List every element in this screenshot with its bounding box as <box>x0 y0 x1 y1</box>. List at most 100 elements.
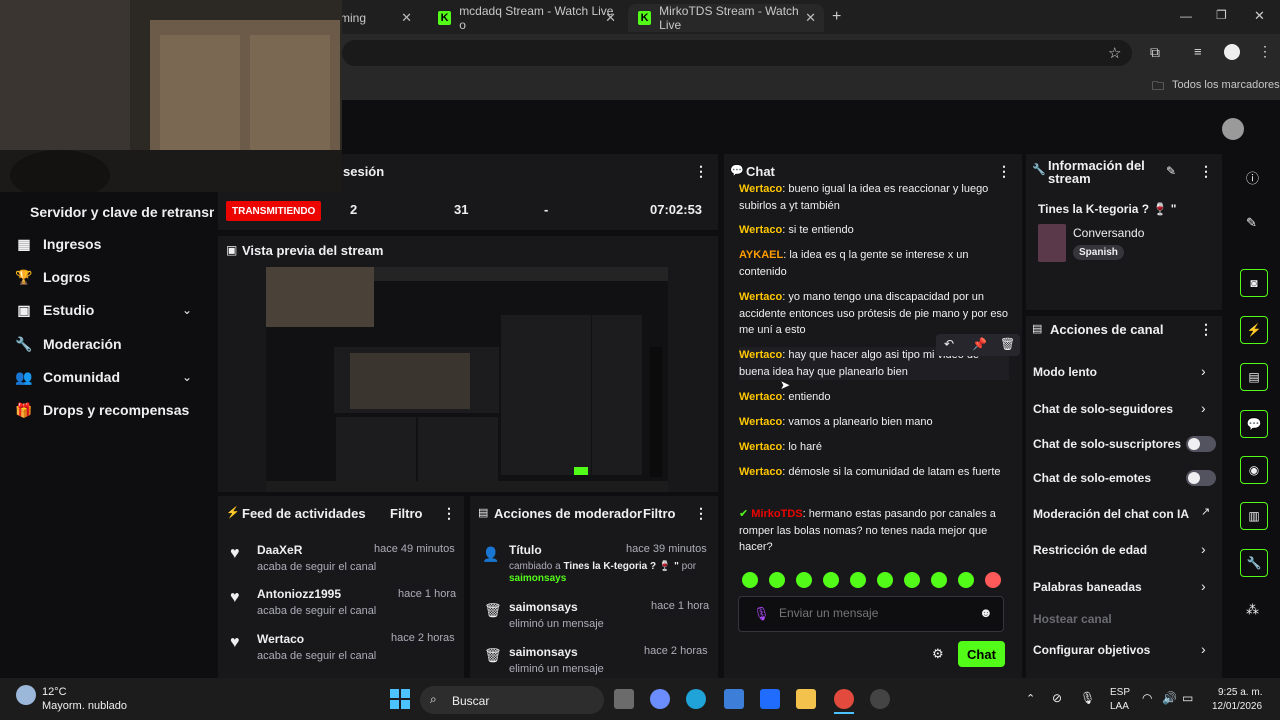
pencil-icon[interactable]: ✎ <box>1246 215 1257 231</box>
emote-icon[interactable] <box>877 572 893 588</box>
star-icon[interactable]: ☆ <box>1108 44 1121 62</box>
emoji-icon[interactable]: ☻ <box>979 605 993 620</box>
chevron-right-icon[interactable]: › <box>1201 363 1206 379</box>
omnibox[interactable] <box>342 40 1132 66</box>
bolt-icon[interactable]: ⚡ <box>1240 316 1268 344</box>
channel-action-followers-only[interactable]: Chat de solo-seguidores <box>1033 402 1173 416</box>
pencil-icon[interactable]: ✎ <box>1166 164 1176 178</box>
new-tab-button[interactable]: + <box>832 8 841 26</box>
sidebar-item-logros[interactable]: 🏆 Logros <box>15 269 90 286</box>
layout-icon[interactable]: ▥ <box>1240 502 1268 530</box>
edge-icon[interactable] <box>686 689 706 709</box>
mod-filter-button[interactable]: Filtro <box>643 506 676 521</box>
chevron-right-icon[interactable]: › <box>1201 541 1206 557</box>
windows-start-icon[interactable] <box>390 689 410 709</box>
browser-tab[interactable]: ming ✕ <box>330 4 420 32</box>
extensions-icon[interactable]: ⧉ <box>1150 44 1160 61</box>
activity-user[interactable]: DaaXeR <box>257 543 376 557</box>
close-window-icon[interactable]: ✕ <box>1254 8 1265 24</box>
language-indicator-bottom[interactable]: LAA <box>1110 701 1129 712</box>
info-icon[interactable]: ⓘ <box>1246 168 1259 187</box>
emote-icon[interactable] <box>742 572 758 588</box>
clock-date[interactable]: 12/01/2026 <box>1212 701 1262 712</box>
obs-icon[interactable] <box>870 689 890 709</box>
chat-message[interactable]: Wertaco: lo haré <box>739 439 1009 456</box>
task-view-icon[interactable] <box>614 689 634 709</box>
send-chat-button[interactable]: Chat <box>958 641 1005 667</box>
chat-username[interactable]: MirkoTDS <box>751 508 802 520</box>
broadcast-icon[interactable]: ◉ <box>1240 456 1268 484</box>
chat-username[interactable]: Wertaco <box>739 349 782 361</box>
maximize-icon[interactable]: ❐ <box>1216 8 1227 22</box>
emote-icon[interactable] <box>985 572 1001 588</box>
chat-username[interactable]: Wertaco <box>739 466 782 478</box>
microphone-icon[interactable]: 🎙 <box>1080 691 1095 705</box>
sidebar-title[interactable]: Servidor y clave de retransm <box>30 204 214 220</box>
mod-action-name[interactable]: saimonsays <box>509 645 604 659</box>
network-off-icon[interactable]: ⊘ <box>1052 691 1062 705</box>
all-bookmarks[interactable]: Todos los marcadores <box>1172 79 1280 91</box>
chevron-right-icon[interactable]: › <box>1201 400 1206 416</box>
chat-input-box[interactable]: 🎙 ☻ <box>738 596 1004 632</box>
clock-time[interactable]: 9:25 a. m. <box>1218 687 1262 698</box>
weather-icon[interactable] <box>16 685 36 705</box>
kebab-menu-icon[interactable]: ⋮ <box>694 163 708 180</box>
kebab-menu-icon[interactable]: ⋮ <box>694 505 708 522</box>
kebab-menu-icon[interactable]: ⋮ <box>1199 321 1213 338</box>
delete-icon[interactable]: 🗑 <box>1000 337 1015 351</box>
emote-icon[interactable] <box>769 572 785 588</box>
user-avatar[interactable] <box>1222 118 1244 140</box>
sidebar-item-comunidad[interactable]: 👥 Comunidad <box>15 369 120 386</box>
sidebar-item-ingresos[interactable]: ▦ Ingresos <box>16 236 101 253</box>
gear-icon[interactable]: ⚙ <box>932 646 944 662</box>
chat-username[interactable]: Wertaco <box>739 416 782 428</box>
channel-action-banned-words[interactable]: Palabras baneadas <box>1033 580 1142 594</box>
chat-username[interactable]: Wertaco <box>739 391 782 403</box>
taskbar-search[interactable]: ⌕ Buscar <box>420 686 604 714</box>
sidebar-item-moderacion[interactable]: 🔧 Moderación <box>15 336 121 353</box>
chat-message-list[interactable]: Wertaco: bueno igual la idea es reaccion… <box>730 180 1020 558</box>
emote-icon[interactable] <box>904 572 920 588</box>
chevron-down-icon[interactable]: ⌄ <box>182 370 192 384</box>
chat-username[interactable]: Wertaco <box>739 441 782 453</box>
chat-message[interactable]: Wertaco: yo mano tengo una discapacidad … <box>739 289 1009 339</box>
chat-message[interactable]: Wertaco: vamos a planearlo bien mano <box>739 414 1009 431</box>
file-explorer-icon[interactable] <box>796 689 816 709</box>
emote-icon[interactable] <box>850 572 866 588</box>
browser-tab-active[interactable]: K MirkoTDS Stream - Watch Live ✕ <box>628 4 824 32</box>
store-icon[interactable] <box>724 689 744 709</box>
chevron-right-icon[interactable]: › <box>1201 641 1206 657</box>
mod-action-name[interactable]: saimonsays <box>509 600 604 614</box>
activity-user[interactable]: Wertaco <box>257 632 376 646</box>
chat-input[interactable] <box>779 606 959 620</box>
close-icon[interactable]: ✕ <box>605 10 616 26</box>
chrome-icon[interactable] <box>834 689 854 709</box>
kebab-menu-icon[interactable]: ⋮ <box>442 505 456 522</box>
chat-message[interactable]: AYKAEL: la idea es q la gente se interes… <box>739 247 1009 280</box>
chat-message[interactable]: ✔ MirkoTDS: hermano estas pasando por ca… <box>739 506 1009 556</box>
channel-action-ai-moderation[interactable]: Moderación del chat con IA <box>1033 507 1189 521</box>
weather-temp[interactable]: 12°C <box>42 686 67 698</box>
camera-icon[interactable]: ◙ <box>1240 269 1268 297</box>
external-link-icon[interactable]: ↗ <box>1201 505 1210 518</box>
profile-avatar[interactable] <box>1224 44 1240 60</box>
sidebar-item-estudio[interactable]: ▣ Estudio <box>16 302 94 319</box>
kebab-menu-icon[interactable]: ⋮ <box>997 163 1011 180</box>
chat-message[interactable]: Wertaco: démosle si la comunidad de lata… <box>739 464 1009 481</box>
close-icon[interactable]: ✕ <box>805 10 816 26</box>
chat-username[interactable]: Wertaco <box>739 224 782 236</box>
channel-action-age-restriction[interactable]: Restricción de edad <box>1033 543 1147 557</box>
sidebar-item-drops[interactable]: 🎁 Drops y recompensas <box>15 402 189 419</box>
chat-bubble-icon[interactable]: 💬 <box>1240 410 1268 438</box>
copilot-icon[interactable] <box>650 689 670 709</box>
emote-icon[interactable] <box>823 572 839 588</box>
volume-icon[interactable]: 🔊 <box>1162 691 1177 705</box>
minimize-icon[interactable]: — <box>1180 9 1192 23</box>
settings-cluster-icon[interactable]: ⁂ <box>1246 602 1259 618</box>
microphone-icon[interactable]: 🎙 <box>753 606 770 622</box>
category-thumbnail[interactable] <box>1038 224 1066 262</box>
battery-icon[interactable]: ▭ <box>1182 691 1193 705</box>
pin-icon[interactable]: 📌 <box>972 337 987 351</box>
chevron-right-icon[interactable]: › <box>1201 578 1206 594</box>
emote-icon[interactable] <box>958 572 974 588</box>
